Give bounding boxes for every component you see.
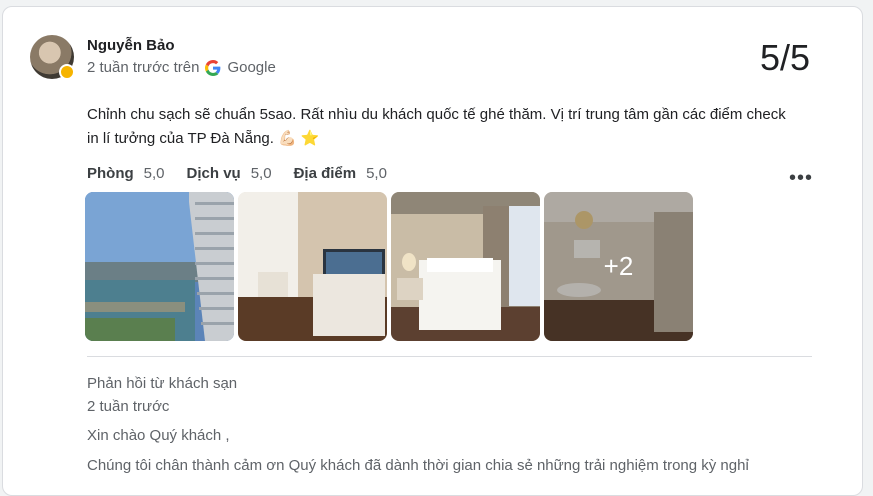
review-source: Google xyxy=(227,59,276,76)
owner-response-time: 2 tuần trước xyxy=(87,398,170,415)
review-meta: 2 tuần trước trên Google xyxy=(87,59,276,76)
review-rating: 5/5 xyxy=(759,37,810,78)
owner-response-greeting: Xin chào Quý khách , xyxy=(87,427,230,444)
review-photo-living-room[interactable] xyxy=(238,192,387,341)
more-photos-count: +2 xyxy=(544,192,693,341)
sub-ratings: Phòng 5,0 Dịch vụ 5,0 Địa điểm 5,0 xyxy=(87,165,387,182)
google-icon xyxy=(205,59,221,76)
review-time: 2 tuần trước trên xyxy=(87,59,200,76)
author-name[interactable]: Nguyễn Bảo xyxy=(87,37,175,54)
review-photo-bedroom[interactable] xyxy=(391,192,540,341)
local-guide-badge-icon xyxy=(59,64,75,80)
sub-rating-room: Phòng 5,0 xyxy=(87,165,165,182)
review-photos: +2 xyxy=(85,192,693,341)
review-card: Nguyễn Bảo 2 tuần trước trên Google 5/5 … xyxy=(2,6,863,496)
owner-response-title: Phản hồi từ khách sạn xyxy=(87,375,238,392)
sub-rating-location: Địa điểm 5,0 xyxy=(293,165,387,182)
review-photo-city-view[interactable] xyxy=(85,192,234,341)
more-options-icon[interactable]: ••• xyxy=(789,167,813,190)
review-text: Chỉnh chu sạch sẽ chuẩn 5sao. Rất nhìu d… xyxy=(87,106,786,147)
section-divider xyxy=(87,356,812,357)
review-photo-more[interactable]: +2 xyxy=(544,192,693,341)
sub-rating-service: Dịch vụ 5,0 xyxy=(186,165,272,182)
owner-response-body: Chúng tôi chân thành cảm ơn Quý khách đã… xyxy=(87,457,749,474)
